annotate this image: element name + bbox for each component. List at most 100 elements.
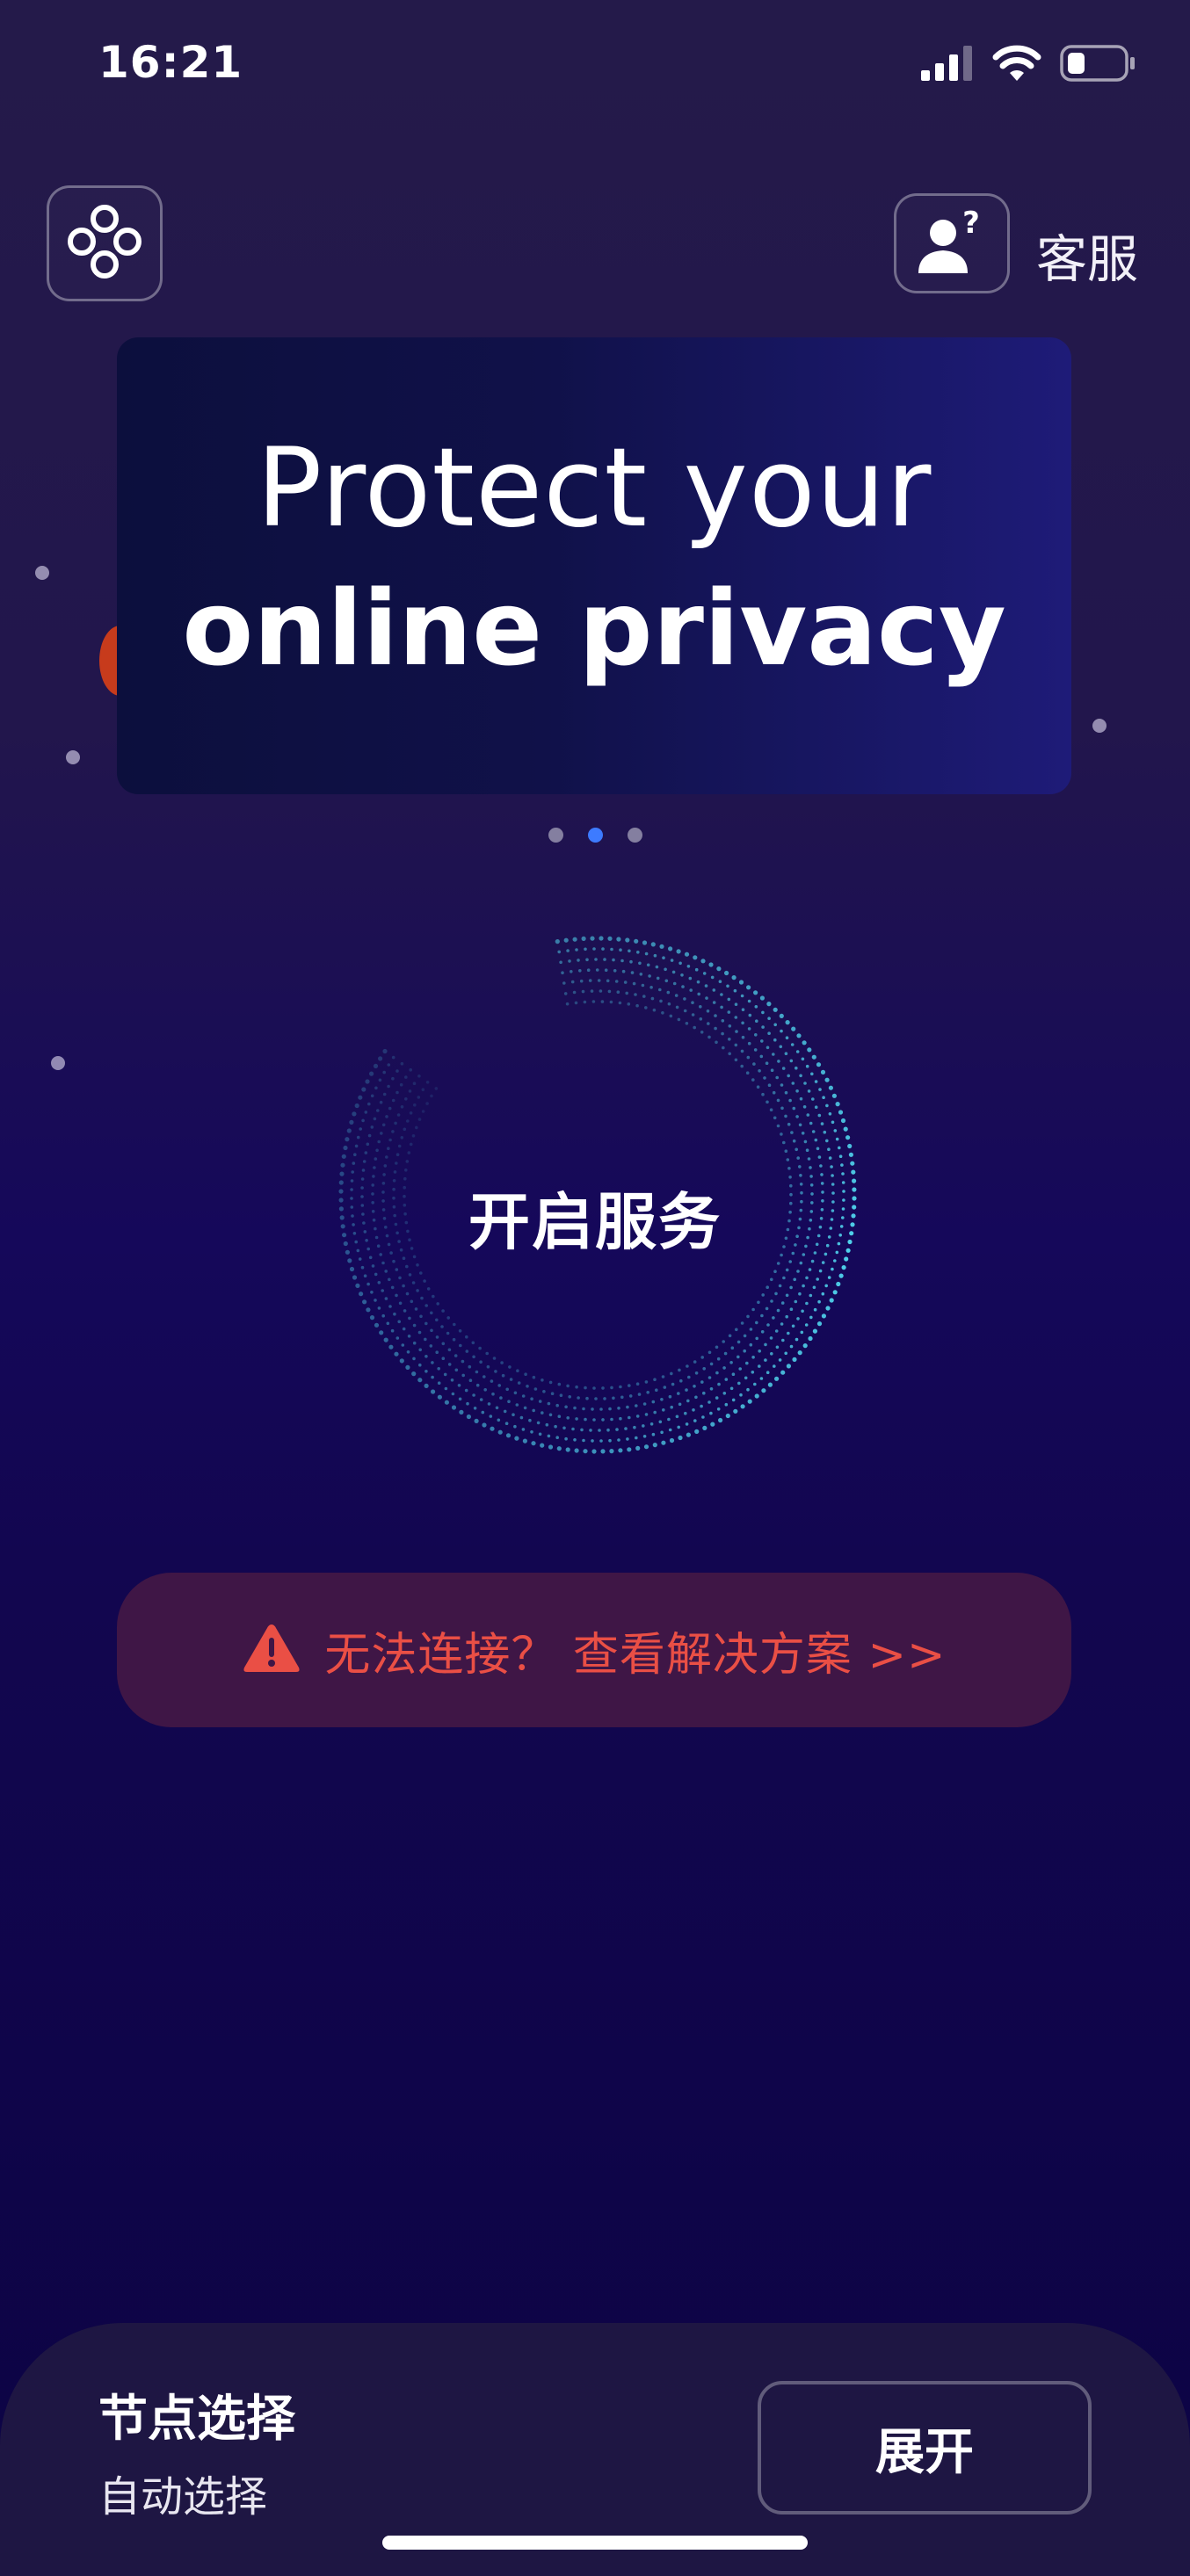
ring-dot xyxy=(780,1106,784,1111)
ring-dot xyxy=(441,1342,446,1346)
ring-dot xyxy=(512,1413,515,1416)
ring-dot xyxy=(693,1025,696,1030)
ring-dot xyxy=(465,1350,469,1353)
ring-dot xyxy=(545,1422,549,1427)
ring-dot xyxy=(479,1360,483,1364)
ring-dot xyxy=(676,949,681,954)
ring-dot xyxy=(791,1324,795,1328)
ring-dot xyxy=(668,946,673,952)
ring-dot xyxy=(789,1307,794,1311)
ring-dot xyxy=(670,959,674,962)
ring-dot xyxy=(382,1048,388,1054)
warning-icon xyxy=(242,1622,301,1678)
ring-dot xyxy=(648,974,651,978)
ring-dot xyxy=(686,1364,689,1368)
ring-dot xyxy=(801,1309,804,1313)
ring-dot xyxy=(399,1082,403,1087)
ring-dot xyxy=(658,1420,663,1424)
ring-dot xyxy=(358,1095,363,1100)
ring-dot xyxy=(391,1076,395,1081)
ring-dot xyxy=(721,1019,725,1023)
ring-dot xyxy=(608,1407,612,1411)
pager-dot[interactable] xyxy=(548,828,563,843)
ring-dot xyxy=(802,1040,807,1046)
ring-dot xyxy=(601,1386,605,1390)
ring-dot xyxy=(418,1348,422,1352)
ring-dot xyxy=(500,1361,504,1364)
ring-dot xyxy=(787,1074,790,1078)
ring-dot xyxy=(807,1157,811,1161)
ring-dot xyxy=(751,1371,755,1374)
help-link-text[interactable]: 无法连接？ 查看解决方案 >> xyxy=(324,1617,946,1683)
ring-dot xyxy=(429,1344,433,1348)
ring-dot xyxy=(522,1438,527,1444)
ring-dot xyxy=(780,1301,785,1305)
pager-dot[interactable] xyxy=(627,828,642,843)
ring-dot xyxy=(644,1380,649,1384)
ring-dot xyxy=(668,1394,672,1399)
ring-dot xyxy=(395,1090,399,1095)
connection-help-banner[interactable]: 无法连接？ 查看解决方案 >> xyxy=(117,1573,1071,1727)
ring-dot xyxy=(715,1371,719,1375)
menu-button[interactable] xyxy=(47,185,163,301)
ring-dot xyxy=(651,1432,656,1436)
ring-dot xyxy=(753,990,758,995)
ring-dot xyxy=(394,1351,399,1357)
ring-dot xyxy=(373,1117,377,1121)
support-button[interactable]: ? xyxy=(894,193,1010,293)
ring-dot xyxy=(704,984,708,988)
ring-dot xyxy=(407,1151,411,1154)
ring-dot xyxy=(600,1449,606,1454)
ring-dot xyxy=(644,952,649,956)
support-label[interactable]: 客服 xyxy=(1036,218,1138,292)
ring-dot xyxy=(564,1436,568,1441)
pager-dot-active[interactable] xyxy=(587,828,603,843)
ring-dot xyxy=(828,1085,834,1090)
ring-dot xyxy=(841,1265,846,1270)
ring-dot xyxy=(398,1301,403,1306)
ring-dot xyxy=(382,1092,387,1096)
ring-dot xyxy=(740,994,744,998)
ring-dot xyxy=(559,960,562,965)
ring-dot xyxy=(632,981,636,986)
ring-dot xyxy=(408,1273,412,1277)
ring-dot xyxy=(702,1391,706,1395)
ring-dot xyxy=(728,1052,731,1056)
ring-dot xyxy=(689,988,693,992)
ring-dot xyxy=(727,997,731,1002)
ring-dot xyxy=(395,1069,399,1073)
ring-dot xyxy=(694,967,699,972)
ring-dot xyxy=(840,1163,844,1167)
ring-dot xyxy=(822,1096,825,1099)
ring-dot xyxy=(792,1357,797,1362)
ring-dot xyxy=(818,1088,822,1091)
ring-dot xyxy=(646,1391,649,1394)
ring-dot xyxy=(437,1367,440,1371)
ring-dot xyxy=(727,1010,731,1014)
home-indicator[interactable] xyxy=(382,2536,808,2550)
ring-dot xyxy=(716,966,722,972)
decorative-star xyxy=(1092,719,1107,733)
ring-dot xyxy=(820,1069,826,1075)
ring-dot xyxy=(685,1022,689,1025)
expand-button[interactable]: 展开 xyxy=(758,2381,1092,2514)
ring-dot xyxy=(728,1334,732,1338)
ring-dot xyxy=(505,1387,509,1392)
ring-dot xyxy=(720,993,723,996)
ring-dot xyxy=(408,1316,411,1321)
ring-dot xyxy=(710,1422,715,1427)
promo-banner[interactable]: Protect your online privacy xyxy=(117,337,1071,794)
ring-dot xyxy=(650,942,656,947)
ring-dot xyxy=(582,1438,585,1443)
ring-dot xyxy=(664,967,667,972)
ring-dot xyxy=(731,975,736,980)
ring-dot xyxy=(743,1334,747,1338)
ring-dot xyxy=(759,1377,764,1380)
ring-dot xyxy=(538,1432,542,1436)
ring-dot xyxy=(416,1289,419,1292)
ring-dot xyxy=(563,992,568,995)
connect-button-label[interactable]: 开启服务 xyxy=(0,1173,1190,1262)
ring-dot xyxy=(485,1351,489,1356)
ring-dot xyxy=(774,1376,780,1381)
ring-dot xyxy=(421,1088,425,1091)
